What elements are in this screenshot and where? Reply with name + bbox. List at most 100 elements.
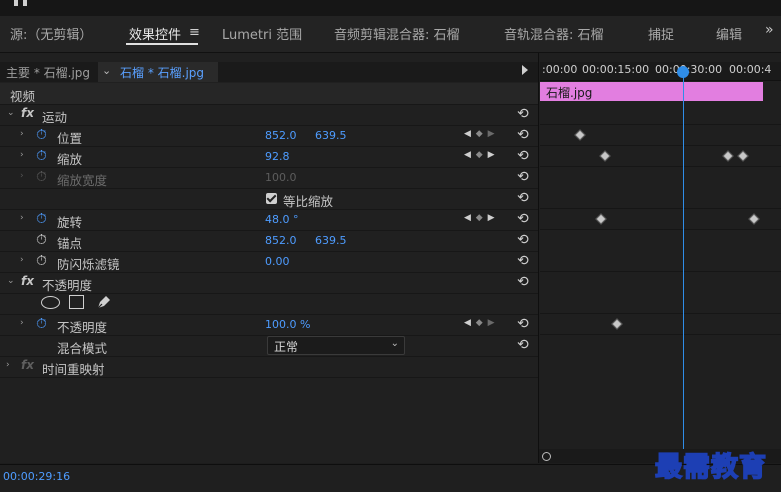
stopwatch-icon[interactable]: ⏱ <box>36 316 47 332</box>
time-ruler[interactable]: :00:00 00:00:15:00 00:00:30:00 00:00:4 <box>540 62 781 81</box>
fx-toggle-icon[interactable]: fx <box>21 358 34 372</box>
twirl-arrow-icon[interactable]: › <box>20 129 24 139</box>
tab-audio-clip-mixer[interactable]: 音频剪辑混合器: 石榴 <box>334 24 460 43</box>
reset-icon[interactable]: ⟲ <box>517 316 529 332</box>
ruler-tick-label: 00:00:4 <box>729 63 772 76</box>
tab-source[interactable]: 源:（无剪辑） <box>10 24 92 43</box>
property-row-scale-width: › ⏱ 缩放宽度 100.0 ⟲ <box>0 167 538 189</box>
reset-icon[interactable]: ⟲ <box>517 274 529 290</box>
clip-selector[interactable]: ⌄ 石榴 * 石榴.jpg <box>98 62 218 82</box>
timeline-row-separator <box>540 334 781 335</box>
property-row-blend-mode[interactable]: 混合模式 正常 ⌄ ⟲ <box>0 335 538 357</box>
twirl-open-icon[interactable]: ⌄ <box>7 108 15 118</box>
master-clip-label[interactable]: 主要 * 石榴.jpg <box>6 64 90 81</box>
position-label: 位置 <box>57 131 83 146</box>
stopwatch-icon[interactable]: ⏱ <box>36 148 47 164</box>
stopwatch-icon[interactable]: ⏱ <box>36 253 47 269</box>
twirl-arrow-icon[interactable]: › <box>20 255 24 265</box>
rotation-label: 旋转 <box>57 215 83 230</box>
anchor-y-value[interactable]: 639.5 <box>315 234 347 247</box>
twirl-arrow-icon[interactable]: › <box>20 150 24 160</box>
chevron-down-icon: ⌄ <box>390 338 399 349</box>
playhead-handle[interactable] <box>677 66 689 78</box>
timeline-clip[interactable]: 石榴.jpg <box>540 82 763 101</box>
rectangle-mask-icon[interactable] <box>69 295 84 309</box>
reset-icon[interactable]: ⟲ <box>517 190 529 206</box>
anti-flicker-value[interactable]: 0.00 <box>265 255 290 268</box>
scale-width-label: 缩放宽度 <box>57 173 108 188</box>
show-timeline-toggle-icon[interactable] <box>522 65 528 75</box>
property-row-scale[interactable]: › ⏱ 缩放 92.8 ◀ ◆ ▶ ⟲ <box>0 146 538 168</box>
stopwatch-icon[interactable]: ⏱ <box>36 127 47 143</box>
uniform-scale-checkbox[interactable] <box>266 193 277 204</box>
keyframe-navigator[interactable]: ◀ ◆ ▶ <box>464 129 496 139</box>
timeline-row-separator <box>540 208 781 209</box>
anchor-x-value[interactable]: 852.0 <box>265 234 297 247</box>
reset-icon[interactable]: ⟲ <box>517 337 529 353</box>
stopwatch-icon: ⏱ <box>36 169 47 185</box>
more-tabs-icon[interactable]: » <box>765 22 774 38</box>
rotation-value[interactable]: 48.0 ° <box>265 213 299 226</box>
timeline-row-separator <box>540 166 781 167</box>
panel-menu-icon[interactable]: ≡ <box>189 25 200 40</box>
video-header-label: 视频 <box>10 89 36 104</box>
playhead-line[interactable] <box>683 70 684 463</box>
position-x-value[interactable]: 852.0 <box>265 129 297 142</box>
scale-width-value: 100.0 <box>265 171 297 184</box>
reset-icon[interactable]: ⟲ <box>517 169 529 185</box>
motion-label: 运动 <box>42 110 68 125</box>
twirl-open-icon[interactable]: ⌄ <box>7 276 15 286</box>
blend-mode-dropdown[interactable]: 正常 ⌄ <box>267 336 405 355</box>
window-top-strip <box>0 0 781 16</box>
tab-lumetri-scopes[interactable]: Lumetri 范围 <box>222 24 302 43</box>
property-row-uniform-scale: 等比缩放 ⟲ <box>0 188 538 210</box>
effect-timeline-pane <box>539 53 781 463</box>
keyframe-navigator[interactable]: ◀ ◆ ▶ <box>464 150 496 160</box>
property-row-anti-flicker[interactable]: › ⏱ 防闪烁滤镜 0.00 ⟲ <box>0 251 538 273</box>
effect-row-time-remap[interactable]: › fx 时间重映射 <box>0 356 538 378</box>
property-row-rotation[interactable]: › ⏱ 旋转 48.0 ° ◀ ◆ ▶ ⟲ <box>0 209 538 231</box>
blend-mode-label: 混合模式 <box>57 341 108 356</box>
twirl-arrow-icon[interactable]: › <box>6 360 10 370</box>
twirl-arrow-icon[interactable]: › <box>20 318 24 328</box>
keyframe-navigator[interactable]: ◀ ◆ ▶ <box>464 318 496 328</box>
scale-value[interactable]: 92.8 <box>265 150 290 163</box>
tab-edit[interactable]: 编辑 <box>716 24 742 43</box>
tab-effect-controls[interactable]: 效果控件 <box>129 24 181 43</box>
fx-toggle-icon[interactable]: fx <box>21 274 34 288</box>
current-timecode[interactable]: 00:00:29:16 <box>3 470 70 483</box>
anti-flicker-label: 防闪烁滤镜 <box>57 257 120 272</box>
property-row-anchor[interactable]: ⏱ 锚点 852.0 639.5 ⟲ <box>0 230 538 252</box>
chevron-down-icon[interactable]: ⌄ <box>102 64 111 77</box>
zoom-handle[interactable] <box>542 452 551 461</box>
pen-icon[interactable] <box>95 294 112 311</box>
tab-capture[interactable]: 捕捉 <box>648 24 674 43</box>
time-remap-label: 时间重映射 <box>42 362 105 377</box>
video-section-header: 视频 <box>0 83 538 105</box>
fx-toggle-icon[interactable]: fx <box>21 106 34 120</box>
property-row-opacity[interactable]: › ⏱ 不透明度 100.0 % ◀ ◆ ▶ ⟲ <box>0 314 538 336</box>
reset-icon[interactable]: ⟲ <box>517 127 529 143</box>
stopwatch-icon[interactable]: ⏱ <box>36 232 47 248</box>
uniform-scale-label: 等比缩放 <box>283 194 334 209</box>
keyframe-navigator[interactable]: ◀ ◆ ▶ <box>464 213 496 223</box>
property-row-position[interactable]: › ⏱ 位置 852.0 639.5 ◀ ◆ ▶ ⟲ <box>0 125 538 147</box>
timeline-row-separator <box>540 229 781 230</box>
tab-audio-track-mixer[interactable]: 音轨混合器: 石榴 <box>504 24 604 43</box>
reset-icon[interactable]: ⟲ <box>517 106 529 122</box>
twirl-arrow-icon[interactable]: › <box>20 213 24 223</box>
effect-row-motion[interactable]: ⌄ fx 运动 ⟲ <box>0 104 538 126</box>
reset-icon[interactable]: ⟲ <box>517 253 529 269</box>
ellipse-mask-icon[interactable] <box>41 296 60 309</box>
reset-icon[interactable]: ⟲ <box>517 232 529 248</box>
effect-row-opacity[interactable]: ⌄ fx 不透明度 ⟲ <box>0 272 538 294</box>
reset-icon[interactable]: ⟲ <box>517 148 529 164</box>
stopwatch-icon[interactable]: ⏱ <box>36 211 47 227</box>
pane-divider[interactable] <box>538 53 539 463</box>
opacity-value[interactable]: 100.0 % <box>265 318 310 331</box>
timeline-row-separator <box>540 145 781 146</box>
reset-icon[interactable]: ⟲ <box>517 211 529 227</box>
position-y-value[interactable]: 639.5 <box>315 129 347 142</box>
opacity-label: 不透明度 <box>57 320 108 335</box>
clip-selector-label: 石榴 * 石榴.jpg <box>120 66 205 80</box>
